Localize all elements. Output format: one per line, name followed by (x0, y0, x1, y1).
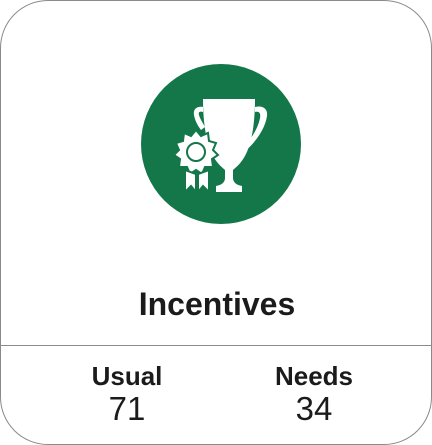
stat-label-needs: Needs (274, 361, 354, 391)
incentives-card[interactable]: Incentives Usual 71 Needs 34 (0, 0, 432, 445)
stat-needs: Needs 34 (244, 361, 384, 427)
stat-usual: Usual 71 (57, 361, 197, 427)
stat-value-needs: 34 (295, 390, 333, 427)
divider (1, 345, 431, 346)
trophy-award-icon (141, 64, 301, 224)
card-title: Incentives (138, 286, 296, 322)
stat-label-usual: Usual (91, 361, 163, 391)
stat-value-usual: 71 (108, 390, 146, 427)
